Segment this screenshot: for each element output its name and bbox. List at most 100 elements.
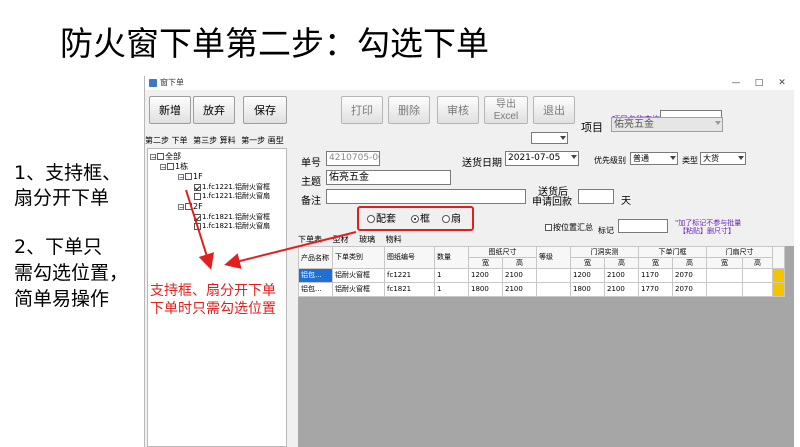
table-cell[interactable]: 铝包... <box>298 282 333 297</box>
collapse-icon[interactable]: − <box>160 163 166 170</box>
export-excel-button[interactable]: 导出 Excel <box>484 96 528 124</box>
group-by-position[interactable]: 按位置汇总 <box>545 222 593 233</box>
radio-sash[interactable]: 扇 <box>442 214 461 226</box>
tab-glass[interactable]: 玻璃 <box>359 235 375 245</box>
checkbox-item[interactable] <box>194 183 201 191</box>
column-header: 产品名称 <box>298 246 333 269</box>
table-cell[interactable]: 铝包... <box>298 268 333 283</box>
table-cell[interactable]: 2100 <box>604 282 639 297</box>
order-no-field[interactable]: 4210705-00 <box>326 151 380 166</box>
column-subheader: 高 <box>604 257 639 269</box>
radio-set[interactable]: 配套 <box>367 214 396 226</box>
review-button[interactable]: 审核 <box>437 96 479 124</box>
table-cell-highlight[interactable] <box>772 268 785 283</box>
tab-profiles[interactable]: 型材 <box>333 235 349 245</box>
table-row[interactable]: 铝包... 铝耐火窗框 fc1821 1 1800 2100 1800 2100… <box>298 282 785 297</box>
table-cell[interactable] <box>706 282 743 297</box>
table-cell[interactable]: 2100 <box>502 268 537 283</box>
table-cell[interactable]: 1200 <box>468 268 503 283</box>
radio-frame[interactable]: 框 <box>411 214 430 226</box>
table-cell[interactable]: 铝耐火窗框 <box>332 268 385 283</box>
table-cell[interactable] <box>536 268 571 283</box>
table-header-row: 产品名称 下单类别 图纸编号 数量 图纸尺寸 等级 门洞实测 下单门框 门扇尺寸 <box>298 246 785 269</box>
table-cell[interactable]: 2070 <box>672 268 707 283</box>
table-cell[interactable]: 2070 <box>672 282 707 297</box>
delete-button[interactable]: 删除 <box>388 96 430 124</box>
delivery-date-picker[interactable]: 2021-07-05 <box>505 151 579 166</box>
close-button[interactable]: ✕ <box>771 76 793 90</box>
tree-node-floor-2[interactable]: − 2F <box>178 202 203 212</box>
add-button[interactable]: 新增 <box>149 96 191 124</box>
table-cell[interactable] <box>742 282 773 297</box>
table-cell-highlight[interactable] <box>772 282 785 297</box>
discard-button[interactable]: 放弃 <box>193 96 235 124</box>
table-cell[interactable]: fc1821 <box>384 282 435 297</box>
minimize-button[interactable]: — <box>725 76 747 90</box>
collapse-icon[interactable]: − <box>178 173 184 180</box>
table-cell[interactable]: 1800 <box>468 282 503 297</box>
checkbox-item[interactable] <box>194 222 201 230</box>
tab-calculate[interactable]: 第三步 算料 <box>193 135 236 146</box>
maximize-button[interactable]: □ <box>748 76 770 90</box>
collapse-icon[interactable]: − <box>178 203 184 210</box>
radio-circle[interactable] <box>411 215 419 223</box>
tab-order-sheet[interactable]: 下单表 <box>298 235 322 245</box>
priority-select[interactable]: 普通 <box>630 152 678 165</box>
mark-label: 标记 <box>598 226 614 235</box>
checkbox-root[interactable] <box>157 153 164 160</box>
calendar-icon[interactable] <box>571 155 577 159</box>
table-cell[interactable]: 铝耐火窗框 <box>332 282 385 297</box>
tree-node-floor-1[interactable]: − 1F <box>178 172 203 182</box>
order-no-label: 单号 <box>301 158 321 169</box>
table-cell[interactable] <box>742 268 773 283</box>
table-cell[interactable] <box>536 282 571 297</box>
exit-button[interactable]: 退出 <box>533 96 575 124</box>
column-header: 等级 <box>536 246 571 269</box>
checkbox-floor-1[interactable] <box>185 173 192 180</box>
table-cell[interactable]: 1 <box>434 268 469 283</box>
filter-dropdown[interactable] <box>531 132 568 144</box>
tab-order[interactable]: 第二步 下单 <box>145 135 188 146</box>
table-cell[interactable] <box>706 268 743 283</box>
collapse-icon[interactable]: − <box>150 153 156 160</box>
tree-item[interactable]: 1.fc1821.铝耐火窗扇 <box>194 221 270 231</box>
table-cell[interactable]: 1800 <box>570 282 605 297</box>
table-cell[interactable]: fc1221 <box>384 268 435 283</box>
subject-field[interactable]: 佑亮五金 <box>326 170 451 185</box>
delivery-date-label: 送货日期 <box>462 158 502 169</box>
tree-node-building[interactable]: − 1栋 <box>160 162 188 172</box>
checkbox-item[interactable] <box>194 192 201 200</box>
table-cell[interactable]: 1200 <box>570 268 605 283</box>
order-window: 窗下单 — □ ✕ 新增 放弃 保存 打印 删除 审核 导出 Excel 退出 … <box>144 76 794 447</box>
app-icon <box>149 79 157 87</box>
table-cell[interactable]: 1 <box>434 282 469 297</box>
order-grid: 产品名称 下单类别 图纸编号 数量 图纸尺寸 等级 门洞实测 下单门框 门扇尺寸… <box>298 246 794 447</box>
print-button[interactable]: 打印 <box>341 96 383 124</box>
radio-circle[interactable] <box>367 215 375 223</box>
annotation-text: 支持框、扇分开下单 下单时只需勾选位置 <box>150 282 276 318</box>
table-cell[interactable]: 2100 <box>604 268 639 283</box>
title-bar: 窗下单 — □ ✕ <box>145 76 794 90</box>
table-cell[interactable]: 1770 <box>638 282 673 297</box>
table-cell[interactable]: 2100 <box>502 282 537 297</box>
tree-label: 1栋 <box>175 162 189 171</box>
column-header: 下单门框 <box>638 246 707 258</box>
checkbox-floor-2[interactable] <box>185 203 192 210</box>
tab-draw[interactable]: 第一步 画型 <box>241 135 284 146</box>
table-cell[interactable]: 1170 <box>638 268 673 283</box>
save-button[interactable]: 保存 <box>243 96 287 124</box>
tree-item[interactable]: 1.fc1221.铝耐火窗扇 <box>194 191 270 201</box>
type-select[interactable]: 大货 <box>700 152 746 165</box>
checkbox-item[interactable] <box>194 213 201 221</box>
radio-circle[interactable] <box>442 215 450 223</box>
checkbox-building[interactable] <box>167 163 174 170</box>
mark-field[interactable] <box>618 219 668 233</box>
project-select[interactable]: 佑亮五金 <box>611 117 723 132</box>
checkbox-group-by-position[interactable] <box>545 224 552 231</box>
tree-node-root[interactable]: − 全部 <box>150 152 181 162</box>
remark-field[interactable] <box>326 189 526 204</box>
payment-days-field[interactable] <box>578 189 614 204</box>
annotation-line-1: 支持框、扇分开下单 <box>150 283 276 299</box>
table-row[interactable]: 铝包... 铝耐火窗框 fc1221 1 1200 2100 1200 2100… <box>298 268 785 283</box>
tab-materials[interactable]: 物料 <box>386 235 402 245</box>
